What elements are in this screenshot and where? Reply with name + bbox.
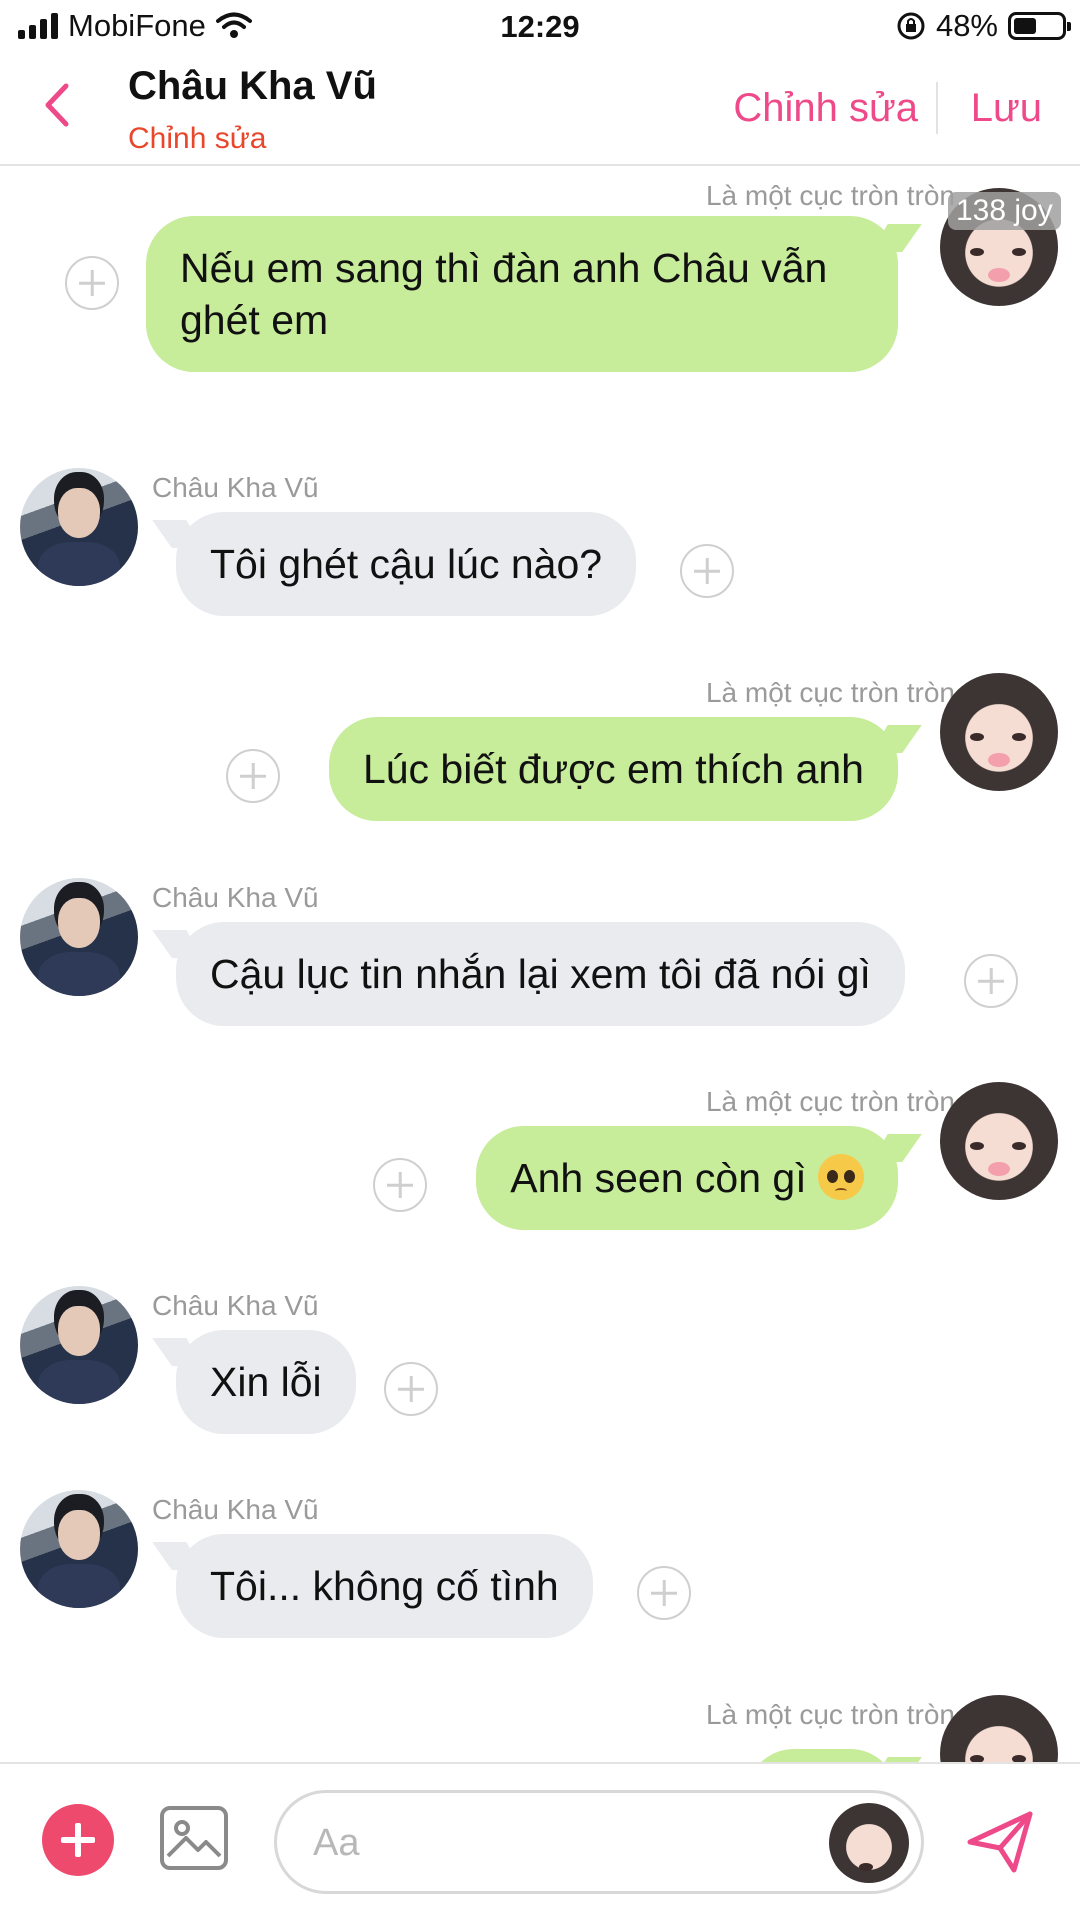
pleading-face-emoji — [818, 1154, 864, 1200]
add-reaction-icon[interactable] — [964, 954, 1018, 1008]
avatar[interactable] — [940, 673, 1058, 791]
message-bubble[interactable]: Tôi... không cố tình — [176, 1534, 593, 1638]
message-bubble[interactable]: Xin lỗi — [176, 1330, 356, 1434]
add-reaction-icon[interactable] — [226, 749, 280, 803]
joy-counter-badge: 138 joy — [948, 192, 1061, 230]
save-button[interactable]: Lưu — [971, 86, 1042, 131]
message-row: Châu Kha Vũ Tôi ghét cậu lúc nào? — [0, 468, 1080, 638]
message-row: Là một cục tròn tròn Lúc biết được em th… — [0, 673, 1080, 843]
battery-percent: 48% — [935, 8, 998, 43]
message-bubble[interactable]: Lúc biết được em thích anh — [328, 717, 898, 821]
add-reaction-icon[interactable] — [637, 1566, 691, 1620]
sender-name: Là một cục tròn tròn — [705, 1086, 955, 1117]
message-row: Là một cục tròn tròn Anh seen còn gì — [0, 1082, 1080, 1252]
add-reaction-icon[interactable] — [373, 1158, 427, 1212]
composer-bar — [0, 1762, 1080, 1920]
status-right: 48% — [896, 8, 1071, 44]
avatar[interactable] — [20, 878, 138, 996]
message-bubble[interactable]: Nếu em sang thì đàn anh Châu vẫn ghét em — [146, 216, 898, 372]
sender-name: Châu Kha Vũ — [152, 1494, 319, 1525]
sender-name: Châu Kha Vũ — [152, 472, 319, 503]
battery-icon — [1008, 12, 1071, 40]
sender-name: Là một cục tròn tròn — [705, 677, 955, 708]
sender-name: Là một cục tròn tròn — [705, 180, 955, 211]
avatar[interactable] — [829, 1803, 909, 1883]
image-icon[interactable] — [160, 1806, 228, 1870]
message-row: Châu Kha Vũ Cậu lục tin nhắn lại xem tôi… — [0, 878, 1080, 1048]
chevron-left-icon[interactable] — [38, 80, 78, 130]
header-divider — [936, 82, 938, 134]
avatar[interactable] — [940, 1082, 1058, 1200]
send-icon[interactable] — [964, 1804, 1038, 1878]
battery-level — [1014, 18, 1036, 34]
avatar[interactable] — [20, 1490, 138, 1608]
add-reaction-icon[interactable] — [65, 256, 119, 310]
avatar[interactable] — [940, 1695, 1058, 1764]
message-row: Là một cục tròn tròn — [0, 1695, 1080, 1764]
status-bar: MobiFone 12:29 48% — [0, 0, 1080, 56]
sender-name: Châu Kha Vũ — [152, 882, 319, 913]
message-text: Anh seen còn gì — [510, 1155, 807, 1201]
message-input-box[interactable] — [274, 1790, 924, 1894]
edit-button[interactable]: Chỉnh sửa — [733, 86, 918, 131]
page-title: Châu Kha Vũ — [128, 64, 377, 108]
message-row: Là một cục tròn tròn Nếu em sang thì đàn… — [0, 168, 1080, 372]
rotation-lock-icon — [897, 12, 925, 40]
sender-name: Là một cục tròn tròn — [705, 1699, 955, 1730]
sender-name: Châu Kha Vũ — [152, 1290, 319, 1321]
add-reaction-icon[interactable] — [680, 544, 734, 598]
avatar[interactable] — [20, 468, 138, 586]
add-reaction-icon[interactable] — [384, 1362, 438, 1416]
message-bubble[interactable]: Cậu lục tin nhắn lại xem tôi đã nói gì — [176, 922, 905, 1026]
header-subtitle[interactable]: Chỉnh sửa — [128, 122, 267, 156]
message-row: Châu Kha Vũ Tôi... không cố tình — [0, 1490, 1080, 1660]
plus-circle-icon[interactable] — [42, 1804, 114, 1876]
avatar[interactable] — [20, 1286, 138, 1404]
message-row: Châu Kha Vũ Xin lỗi — [0, 1286, 1080, 1456]
message-list[interactable]: Là một cục tròn tròn Nếu em sang thì đàn… — [0, 168, 1080, 1764]
message-input[interactable] — [313, 1817, 773, 1869]
message-bubble[interactable]: Tôi ghét cậu lúc nào? — [176, 512, 637, 616]
chat-header: Châu Kha Vũ Chỉnh sửa Chỉnh sửa Lưu — [0, 56, 1080, 166]
message-bubble[interactable]: Anh seen còn gì — [476, 1126, 898, 1230]
